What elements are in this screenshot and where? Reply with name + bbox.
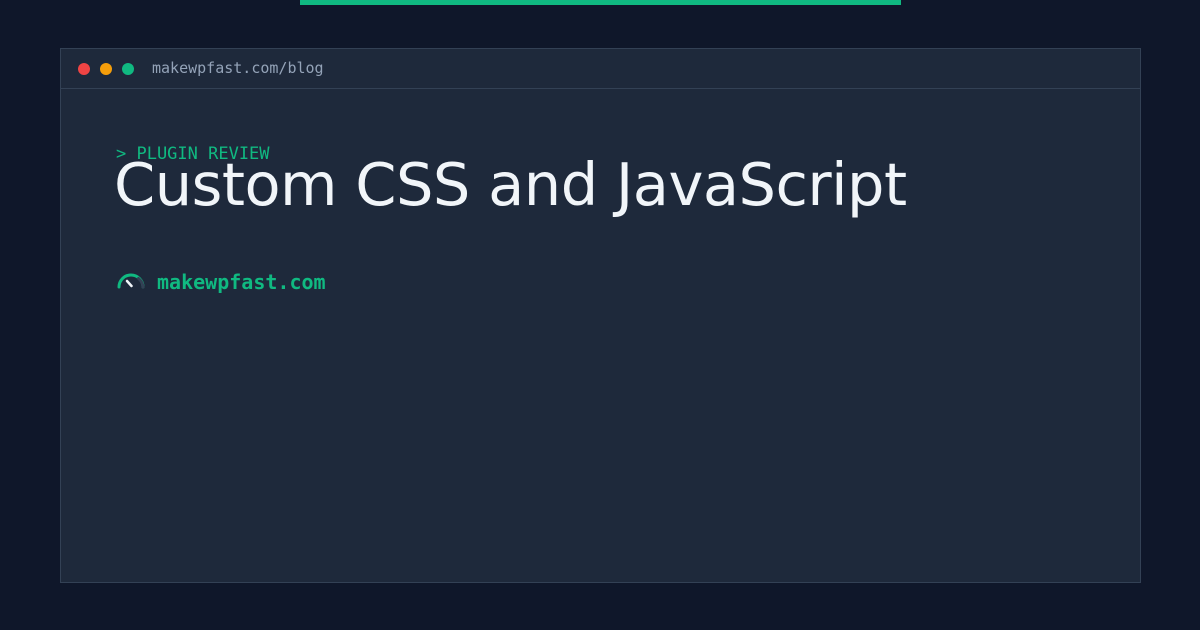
- close-dot-icon[interactable]: [78, 63, 90, 75]
- window-titlebar: makewpfast.com/blog: [61, 49, 1140, 89]
- page-title: Custom CSS and JavaScript: [114, 150, 907, 219]
- address-url: makewpfast.com/blog: [152, 59, 324, 77]
- brand[interactable]: makewpfast.com: [116, 267, 326, 297]
- maximize-dot-icon[interactable]: [122, 63, 134, 75]
- browser-window: makewpfast.com/blog > PLUGIN REVIEW Cust…: [60, 48, 1141, 583]
- top-accent-bar: [300, 0, 901, 5]
- speedometer-icon: [117, 273, 145, 289]
- minimize-dot-icon[interactable]: [100, 63, 112, 75]
- brand-name: makewpfast.com: [157, 270, 326, 294]
